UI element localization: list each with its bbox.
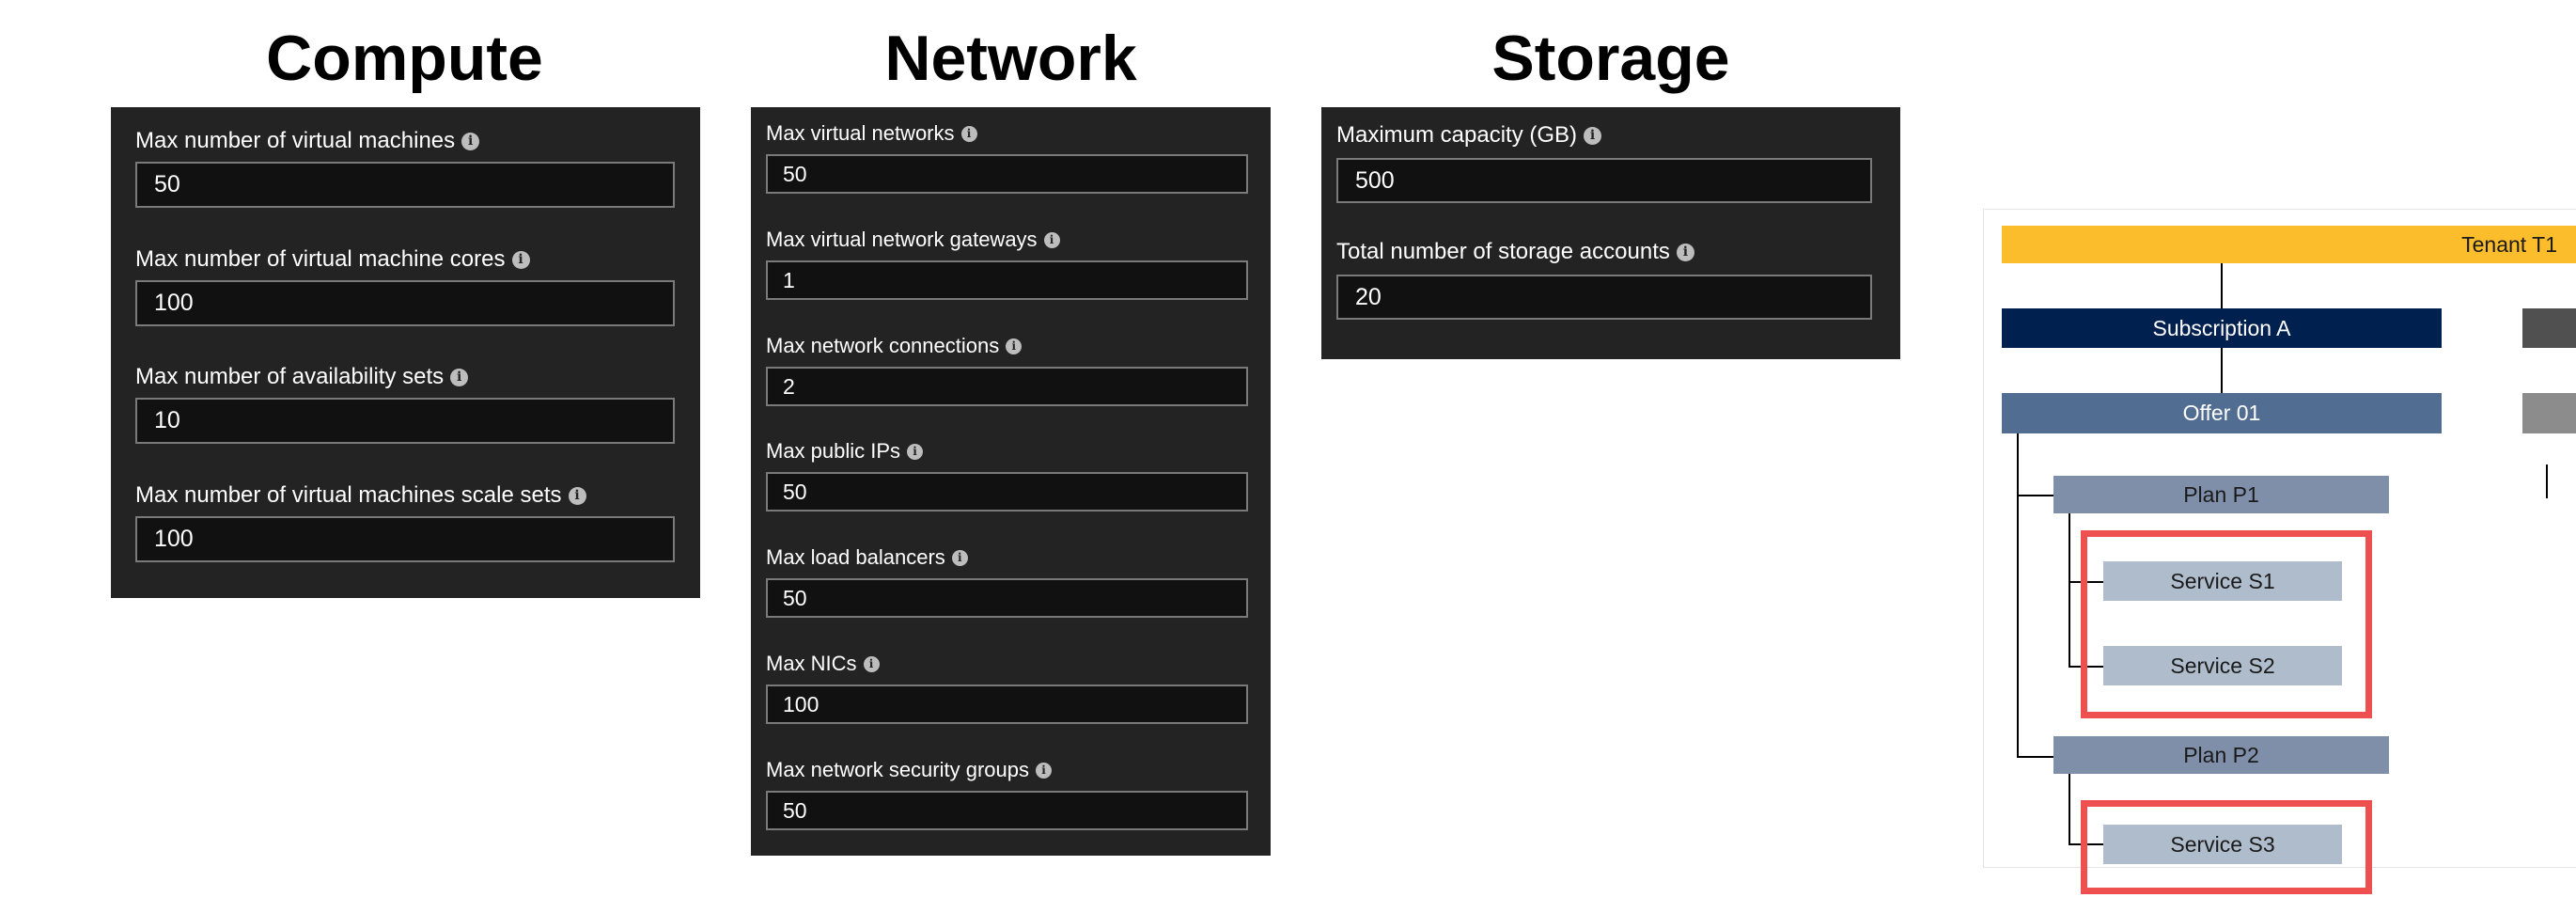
network-quota-panel: Max virtual networks i 50 Max virtual ne… (751, 107, 1271, 856)
info-icon[interactable]: i (1006, 338, 1023, 354)
info-icon[interactable]: i (960, 125, 977, 142)
subscription-sibling-box (2522, 308, 2576, 348)
max-vm-cores-label: Max number of virtual machine cores (135, 246, 506, 272)
max-vnet-gateways-label: Max virtual network gateways (766, 228, 1038, 251)
max-vm-scale-sets-label: Max number of virtual machines scale set… (135, 482, 562, 508)
subscription-box: Subscription A (2002, 308, 2442, 348)
tenant-box: Tenant T1 (2002, 226, 2576, 263)
plan-p1-label: Plan P1 (2183, 481, 2259, 507)
info-icon[interactable]: i (951, 549, 968, 566)
connector-line (2017, 433, 2019, 758)
info-icon[interactable]: i (863, 655, 880, 672)
info-icon[interactable]: i (568, 486, 586, 505)
connector-line (2221, 263, 2223, 308)
max-virtual-networks-label: Max virtual networks (766, 121, 955, 145)
connector-line (2546, 464, 2548, 498)
max-availability-sets-label: Max number of availability sets (135, 364, 445, 389)
info-icon[interactable]: i (1036, 762, 1052, 779)
max-vm-cores-input[interactable]: 100 (135, 280, 675, 326)
plan-p2-label: Plan P2 (2183, 742, 2259, 767)
info-icon[interactable]: i (1584, 126, 1602, 145)
max-public-ips-input[interactable]: 50 (766, 472, 1248, 512)
max-vms-label: Max number of virtual machines (135, 128, 456, 153)
plan-p1-box: Plan P1 (2053, 476, 2389, 513)
services-highlight-p2 (2081, 800, 2372, 894)
tenant-label: Tenant T1 (2461, 231, 2557, 257)
info-icon[interactable]: i (1043, 231, 1060, 248)
storage-accounts-input[interactable]: 20 (1336, 275, 1872, 320)
info-icon[interactable]: i (1676, 243, 1694, 261)
max-vm-scale-sets-input[interactable]: 100 (135, 516, 675, 562)
max-load-balancers-label: Max load balancers (766, 545, 945, 569)
offer-sibling-box (2522, 393, 2576, 433)
max-network-connections-input[interactable]: 2 (766, 367, 1248, 406)
info-icon[interactable]: i (511, 250, 530, 269)
connector-line (2069, 774, 2070, 845)
max-virtual-networks-input[interactable]: 50 (766, 154, 1248, 194)
storage-accounts-label: Total number of storage accounts (1336, 239, 1670, 264)
max-nsgs-label: Max network security groups (766, 758, 1029, 781)
connector-line (2069, 513, 2070, 668)
offer-hierarchy-diagram: Tenant T1 Subscription A Offer 01 Plan P… (1983, 209, 2576, 894)
services-highlight-p1 (2081, 530, 2372, 718)
max-vnet-gateways-input[interactable]: 1 (766, 260, 1248, 300)
max-nsgs-input[interactable]: 50 (766, 791, 1248, 830)
network-heading: Network (884, 23, 1137, 94)
subscription-label: Subscription A (2152, 315, 2291, 340)
max-capacity-input[interactable]: 500 (1336, 158, 1872, 203)
max-nics-input[interactable]: 100 (766, 685, 1248, 724)
max-network-connections-label: Max network connections (766, 334, 1000, 357)
info-icon[interactable]: i (461, 132, 480, 150)
max-load-balancers-input[interactable]: 50 (766, 578, 1248, 618)
info-icon[interactable]: i (907, 443, 924, 460)
storage-heading: Storage (1491, 23, 1730, 94)
plan-p2-box: Plan P2 (2053, 736, 2389, 774)
storage-quota-panel: Maximum capacity (GB) i 500 Total number… (1321, 107, 1900, 359)
offer-label: Offer 01 (2182, 401, 2261, 425)
max-capacity-label: Maximum capacity (GB) (1336, 122, 1578, 148)
compute-heading: Compute (266, 23, 543, 94)
info-icon[interactable]: i (450, 368, 469, 386)
offer-box: Offer 01 (2002, 393, 2442, 433)
max-vms-input[interactable]: 50 (135, 162, 675, 208)
connector-line (2221, 348, 2223, 393)
max-public-ips-label: Max public IPs (766, 439, 901, 463)
compute-quota-panel: Max number of virtual machines i 50 Max … (111, 107, 700, 598)
max-nics-label: Max NICs (766, 652, 857, 675)
max-availability-sets-input[interactable]: 10 (135, 398, 675, 444)
